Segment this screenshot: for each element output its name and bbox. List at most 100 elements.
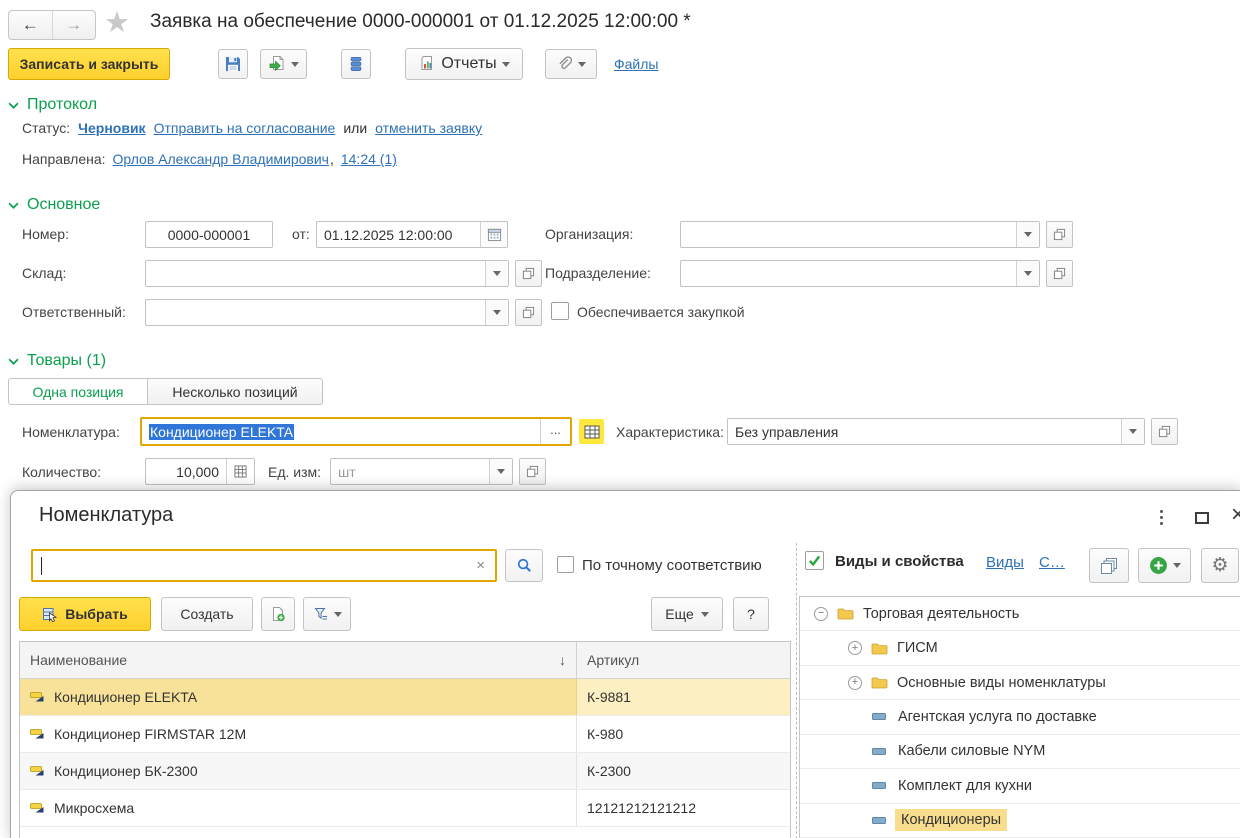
combo-arrow-icon[interactable] (1016, 222, 1039, 247)
main-section-header[interactable]: Основное (8, 196, 100, 214)
tree-item[interactable]: Кабели силовые NYM (800, 735, 1240, 770)
exact-match-label[interactable]: По точному соответствию (582, 557, 762, 574)
combo-arrow-icon[interactable] (485, 261, 508, 286)
properties-link[interactable]: С… (1039, 554, 1065, 571)
warehouse-open-button[interactable] (515, 260, 542, 287)
protocol-section-header[interactable]: Протокол (8, 96, 97, 114)
reports-label: Отчеты (441, 55, 497, 72)
department-combo[interactable] (680, 260, 1040, 287)
show-movements-button[interactable] (341, 49, 371, 79)
nomenclature-picker-dialog: Номенклатура × × По точному соответствию… (10, 490, 1240, 838)
table-row[interactable]: Микросхема 12121212121212 (20, 790, 790, 827)
forward-button[interactable]: → (53, 11, 96, 39)
column-header-article[interactable]: Артикул (577, 642, 790, 678)
create-button[interactable]: Создать (161, 597, 253, 631)
more-button[interactable]: Еще (651, 597, 723, 631)
organization-open-button[interactable] (1046, 221, 1073, 248)
save-and-close-button[interactable]: Записать и закрыть (8, 48, 170, 80)
open-icon (522, 267, 535, 280)
combo-arrow-icon[interactable] (1121, 419, 1144, 444)
goods-section-header[interactable]: Товары (1) (8, 352, 106, 370)
search-input[interactable]: × (31, 549, 497, 582)
stacked-windows-button[interactable] (1089, 548, 1129, 583)
add-button[interactable] (1138, 548, 1191, 583)
column-header-name[interactable]: Наименование ↓ (20, 642, 577, 678)
combo-arrow-icon[interactable] (489, 459, 512, 484)
unit-open-button[interactable] (519, 458, 546, 485)
files-link[interactable]: Файлы (614, 56, 658, 72)
filter-button[interactable] (303, 597, 351, 631)
directed-time-link[interactable]: 14:24 (1) (341, 151, 397, 167)
save-button[interactable] (218, 49, 248, 79)
search-button[interactable] (505, 549, 543, 582)
tree-item-label: Торговая деятельность (863, 605, 1020, 622)
tree-item[interactable]: + ГИСМ (800, 631, 1240, 666)
tab-single-position[interactable]: Одна позиция (8, 378, 148, 405)
organization-combo[interactable] (680, 221, 1040, 248)
responsible-combo[interactable] (145, 299, 509, 326)
report-icon (421, 56, 433, 70)
warehouse-combo[interactable] (145, 260, 509, 287)
settings-button[interactable]: ⚙ (1201, 548, 1239, 583)
date-from-label: от: (292, 226, 310, 242)
table-row[interactable]: Кондиционер FIRMSTAR 12М К-980 (20, 716, 790, 753)
expand-icon[interactable]: + (848, 641, 862, 656)
favorite-star-icon[interactable]: ★ (104, 5, 130, 40)
table-row[interactable]: Кондиционер ELEKTA К-9881 (20, 679, 790, 716)
expand-icon[interactable]: + (848, 675, 862, 690)
department-open-button[interactable] (1046, 260, 1073, 287)
tree-item[interactable]: Комплект для кухни (800, 769, 1240, 804)
create-group-button[interactable] (261, 597, 295, 631)
types-tree: − Торговая деятельность + ГИСМ + Основны… (799, 596, 1240, 838)
procurement-checkbox[interactable] (551, 302, 569, 320)
post-document-icon (269, 56, 284, 72)
post-document-button[interactable] (260, 49, 307, 79)
quantity-editor-button[interactable] (226, 459, 254, 484)
combo-arrow-icon[interactable] (1016, 261, 1039, 286)
exact-match-checkbox[interactable] (557, 556, 574, 573)
characteristics-table-button[interactable] (579, 419, 604, 444)
characteristic-open-button[interactable] (1151, 418, 1178, 445)
nomenclature-ellipsis-button[interactable]: ... (540, 419, 570, 444)
back-button[interactable]: ← (9, 11, 53, 39)
nomenclature-input[interactable]: Кондиционер ELEKTA ... (140, 417, 572, 446)
number-input[interactable]: 0000-000001 (145, 221, 273, 248)
send-for-approval-link[interactable]: Отправить на согласование (154, 120, 336, 136)
dialog-menu-button[interactable] (1157, 507, 1166, 528)
maximize-button[interactable] (1195, 512, 1209, 524)
clear-search-icon[interactable]: × (466, 557, 495, 574)
dropdown-arrow-icon (333, 611, 342, 617)
table-grid-icon (584, 425, 599, 438)
tree-item[interactable]: − Торговая деятельность (800, 597, 1240, 632)
row-article: К-9881 (587, 689, 631, 705)
collapse-icon[interactable]: − (814, 606, 828, 621)
responsible-open-button[interactable] (515, 299, 542, 326)
tab-multiple-positions[interactable]: Несколько позиций (147, 378, 323, 405)
tree-item[interactable]: + Основные виды номенклатуры (800, 666, 1240, 701)
types-link[interactable]: Виды (986, 554, 1024, 571)
status-draft-link[interactable]: Черновик (78, 120, 145, 136)
quantity-input[interactable]: 10,000 (145, 458, 255, 485)
calendar-button[interactable] (480, 222, 507, 247)
attachments-button[interactable] (545, 49, 597, 79)
unit-combo[interactable]: шт (330, 458, 513, 485)
panel-splitter[interactable] (796, 543, 797, 838)
responsible-label: Ответственный: (22, 304, 126, 320)
dropdown-arrow-icon (578, 61, 586, 67)
tree-item[interactable]: Кондиционеры (800, 804, 1240, 838)
cancel-request-link[interactable]: отменить заявку (375, 120, 482, 136)
help-button[interactable]: ? (733, 597, 769, 631)
procurement-checkbox-label[interactable]: Обеспечивается закупкой (577, 304, 745, 320)
select-button[interactable]: Выбрать (19, 597, 151, 631)
close-button[interactable]: × (1231, 501, 1240, 529)
main-section-title: Основное (27, 196, 101, 213)
table-row[interactable]: Кондиционер БК-2300 К-2300 (20, 753, 790, 790)
tree-item[interactable]: Агентская услуга по доставке (800, 700, 1240, 735)
save-and-close-label: Записать и закрыть (19, 56, 159, 72)
date-input[interactable]: 01.12.2025 12:00:00 (316, 221, 508, 248)
types-panel-checkbox[interactable] (805, 551, 824, 570)
characteristic-combo[interactable]: Без управления (727, 418, 1145, 445)
directed-person-link[interactable]: Орлов Александр Владимирович (113, 151, 329, 167)
reports-button[interactable]: Отчеты (405, 48, 523, 80)
combo-arrow-icon[interactable] (485, 300, 508, 325)
